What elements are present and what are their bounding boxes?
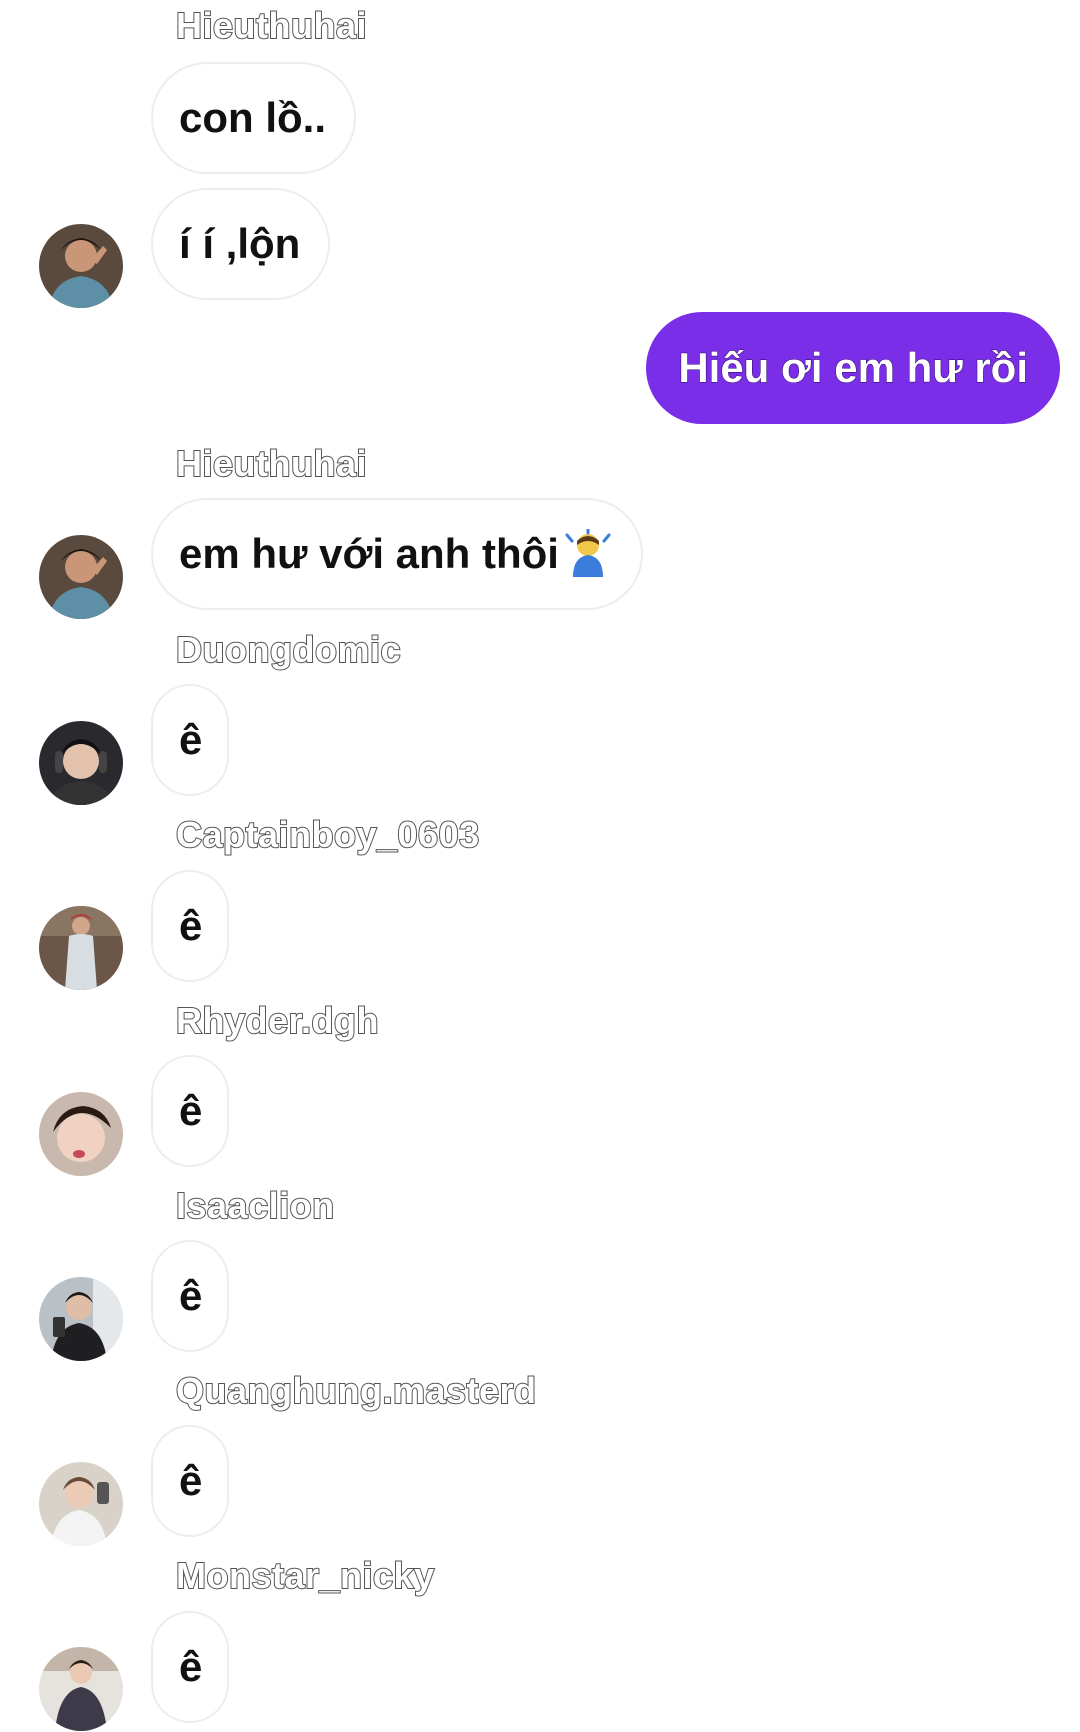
message-bubble[interactable]: con lồ..	[151, 62, 356, 174]
message-bubble[interactable]: ê	[151, 870, 229, 982]
avatar[interactable]	[39, 906, 123, 990]
avatar[interactable]	[39, 721, 123, 805]
message-bubble[interactable]: í í ,lộn	[151, 188, 331, 300]
message-bubble[interactable]: em hư với anh thôi	[151, 498, 643, 610]
message-bubble[interactable]: ê	[151, 1611, 229, 1723]
message-bubble[interactable]: ê	[151, 1055, 229, 1167]
bowing-man-icon	[563, 527, 613, 579]
avatar[interactable]	[39, 1647, 123, 1731]
message-bubble[interactable]: ê	[151, 1240, 229, 1352]
message-text: em hư với anh thôi	[179, 530, 559, 577]
avatar[interactable]	[39, 1277, 123, 1361]
sender-name: Quanghung.masterd	[175, 1370, 537, 1412]
sender-name: Rhyder.dgh	[175, 1000, 380, 1042]
sender-name: Hieuthuhai	[175, 5, 368, 47]
message-bubble[interactable]: ê	[151, 684, 229, 796]
sender-name: Duongdomic	[175, 629, 401, 671]
avatar[interactable]	[39, 535, 123, 619]
chat-thread: Hieuthuhai con lồ.. í í ,lộn Hiếu ơi em …	[0, 0, 1080, 1732]
sender-name: Hieuthuhai	[175, 443, 368, 485]
avatar[interactable]	[39, 1092, 123, 1176]
sender-name: Monstar_nicky	[175, 1555, 435, 1597]
my-message-bubble[interactable]: Hiếu ơi em hư rồi	[646, 312, 1060, 424]
sender-name: Captainboy_0603	[175, 814, 480, 856]
avatar[interactable]	[39, 224, 123, 308]
message-bubble[interactable]: ê	[151, 1425, 229, 1537]
avatar[interactable]	[39, 1462, 123, 1546]
sender-name: Isaaclion	[175, 1185, 335, 1227]
